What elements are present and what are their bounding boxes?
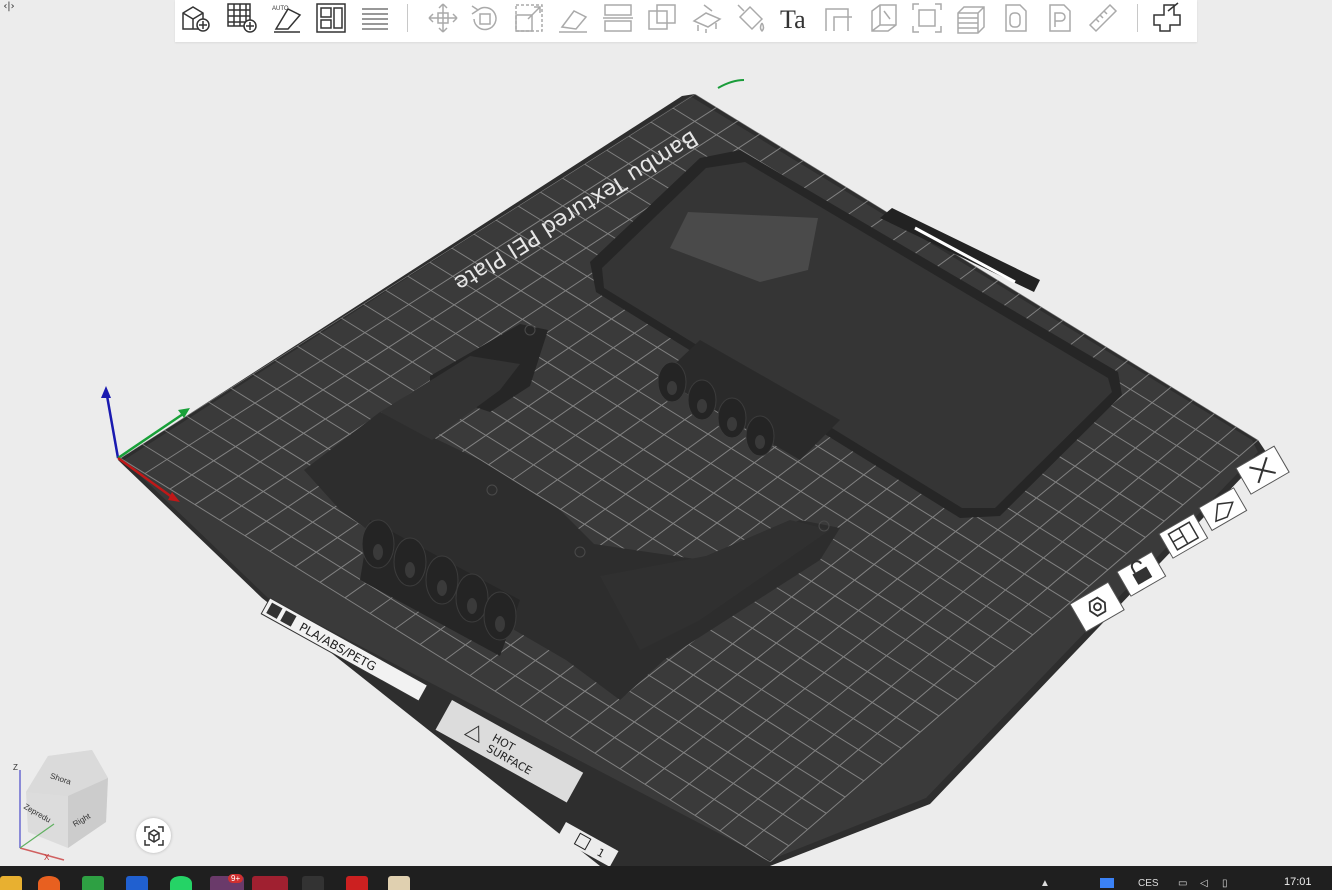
notification-badge: 9+ <box>228 874 244 883</box>
clock[interactable]: 17:01 <box>1284 876 1312 888</box>
app-dark-icon[interactable] <box>302 876 324 890</box>
tray-app-icon[interactable] <box>1100 878 1114 888</box>
svg-text:Z: Z <box>13 763 18 772</box>
firefox-icon[interactable] <box>38 876 60 890</box>
taskbar: 9+ ▲ CES ▭ ◁ ▯ 17:01 <box>0 866 1332 890</box>
battery-icon[interactable]: ▯ <box>1222 878 1228 889</box>
volume-icon[interactable]: ◁ <box>1200 878 1208 889</box>
view-cube[interactable]: Shora Zepredu Right Z X <box>6 748 114 863</box>
svg-text:X: X <box>44 853 50 862</box>
bambu-studio-icon[interactable] <box>252 876 288 890</box>
tray-chevron-icon[interactable]: ▲ <box>1040 878 1050 889</box>
app-blue-icon[interactable] <box>126 876 148 890</box>
app-green-icon[interactable] <box>82 876 104 890</box>
network-icon[interactable]: ▭ <box>1178 878 1187 889</box>
app-red-icon[interactable] <box>346 876 368 890</box>
3d-viewport[interactable]: Bambu Textured PEI Plate PLA/ABS/PETG HO… <box>0 0 1332 866</box>
language-indicator[interactable]: CES <box>1138 878 1159 889</box>
whatsapp-icon[interactable] <box>170 876 192 890</box>
app-beige-icon[interactable] <box>388 876 410 890</box>
fit-view-icon <box>143 825 164 846</box>
file-explorer-icon[interactable] <box>0 876 22 890</box>
fit-view-button[interactable] <box>136 818 171 853</box>
